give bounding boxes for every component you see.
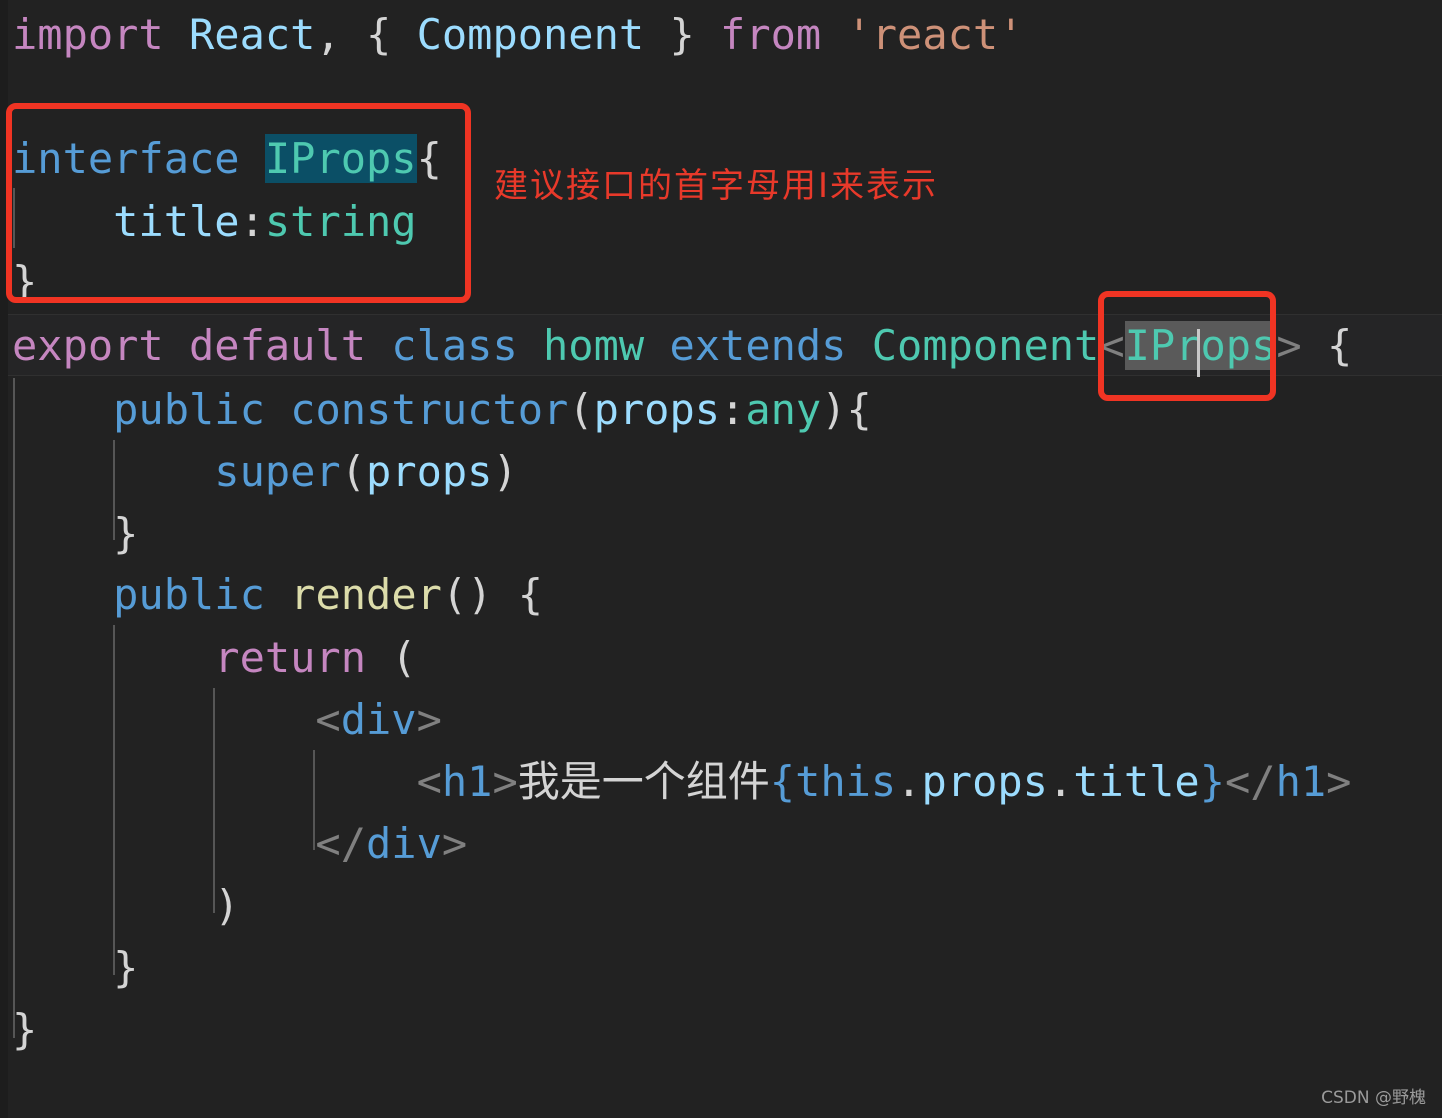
token-tag-h1: h1 [441, 757, 493, 806]
token-super-keyword: super [12, 447, 341, 496]
code-line-17[interactable]: } [0, 998, 1442, 1061]
token-h1-open-bracket: < [12, 757, 442, 806]
token-div-closetag-open: </ [12, 819, 367, 868]
token-close-brace: } [12, 943, 139, 992]
token-tag-close-bracket: > [416, 695, 442, 744]
token-title-prop: title [12, 197, 240, 246]
token-interface-keyword: interface [12, 134, 240, 183]
code-line-13[interactable]: <h1>我是一个组件{this.props.title}</h1> [0, 750, 1442, 813]
token-comma: , [315, 10, 367, 59]
token-expr-close-brace: } [1199, 757, 1225, 806]
token-component-ident: Component [416, 10, 645, 59]
token-return-keyword: return [12, 633, 367, 682]
token-dot-1: . [896, 757, 922, 806]
token-props-param: props [593, 385, 721, 434]
token-tag-h1-close: h1 [1275, 757, 1327, 806]
text-caret [1197, 329, 1201, 377]
token-import-keyword: import [12, 10, 164, 59]
token-string-type: string [264, 197, 417, 246]
token-close-brace: } [12, 257, 38, 306]
token-extends-keyword: extends [644, 321, 847, 370]
code-line-1[interactable]: import React, { Component } from 'react' [0, 3, 1442, 66]
token-close-paren-brace: ){ [821, 385, 872, 434]
token-export-keyword: export [12, 321, 164, 370]
token-class-keyword: class [366, 321, 518, 370]
token-open-brace: { [416, 134, 442, 183]
code-line-16[interactable]: } [0, 936, 1442, 999]
token-open-paren: ( [366, 633, 417, 682]
code-line-12[interactable]: <div> [0, 688, 1442, 751]
token-close-paren: ) [12, 881, 240, 930]
token-colon: : [239, 197, 265, 246]
token-div-closetag-close: > [441, 819, 468, 868]
token-react-ident: React [163, 10, 316, 59]
token-open-paren: ( [340, 447, 367, 496]
token-close-brace: } [644, 10, 695, 59]
token-tag-div: div [340, 695, 417, 744]
token-react-string: 'react' [821, 10, 1024, 59]
token-public-keyword: public [12, 570, 265, 619]
code-line-10[interactable]: public render() { [0, 563, 1442, 626]
token-component-base: Component [846, 321, 1100, 370]
token-iprops-selected[interactable]: IProps [264, 134, 417, 183]
code-line-5[interactable]: } [0, 250, 1442, 313]
token-jsx-chinese-text: 我是一个组件 [517, 757, 770, 806]
code-line-8[interactable]: super(props) [0, 440, 1442, 503]
annotation-text-interface-naming: 建议接口的首字母用I来表示 [494, 166, 939, 206]
token-h1-closetag-open: </ [1224, 757, 1276, 806]
token-iprops-generic-selected[interactable]: IProps [1124, 321, 1277, 377]
token-h1-closetag-close: > [1326, 757, 1352, 806]
token-constructor-keyword: constructor [264, 385, 569, 434]
token-props-arg: props [366, 447, 493, 496]
code-line-9[interactable]: } [0, 502, 1442, 565]
code-line-7[interactable]: public constructor(props:any){ [0, 378, 1442, 441]
token-dot-2: . [1047, 757, 1074, 806]
token-class-name-homw: homw [517, 321, 645, 370]
code-line-6[interactable]: export default class homw extends Compon… [0, 314, 1442, 377]
csdn-watermark: CSDN @野槐 [1321, 1088, 1426, 1108]
code-editor[interactable]: import React, { Component } from 'react'… [0, 0, 1442, 1118]
token-open-brace: { [1301, 321, 1353, 370]
token-close-paren: ) [492, 447, 518, 496]
token-render-method: render [290, 570, 442, 619]
token-title-member: title [1073, 757, 1200, 806]
code-line-15[interactable]: ) [0, 874, 1442, 937]
token-colon: : [720, 385, 746, 434]
token-from-keyword: from [694, 10, 822, 59]
token-generic-open: < [1099, 321, 1125, 370]
token-default-keyword: default [163, 321, 367, 370]
token-parens-brace: () { [441, 570, 544, 619]
token-open-paren: ( [568, 385, 594, 434]
token-open-brace: { [366, 10, 417, 59]
token-tag-open-bracket: < [12, 695, 341, 744]
token-public-keyword: public [12, 385, 265, 434]
token-tag-div-close: div [366, 819, 442, 868]
token-expr-open-brace: { [769, 757, 796, 806]
token-close-brace: } [12, 1005, 38, 1054]
token-h1-close-bracket: > [492, 757, 518, 806]
code-line-11[interactable]: return ( [0, 626, 1442, 689]
token-this-keyword: this [795, 757, 897, 806]
code-line-14[interactable]: </div> [0, 812, 1442, 875]
token-generic-close: > [1276, 321, 1302, 370]
token-any-type: any [745, 385, 822, 434]
token-props-member: props [921, 757, 1048, 806]
token-close-brace: } [12, 509, 139, 558]
